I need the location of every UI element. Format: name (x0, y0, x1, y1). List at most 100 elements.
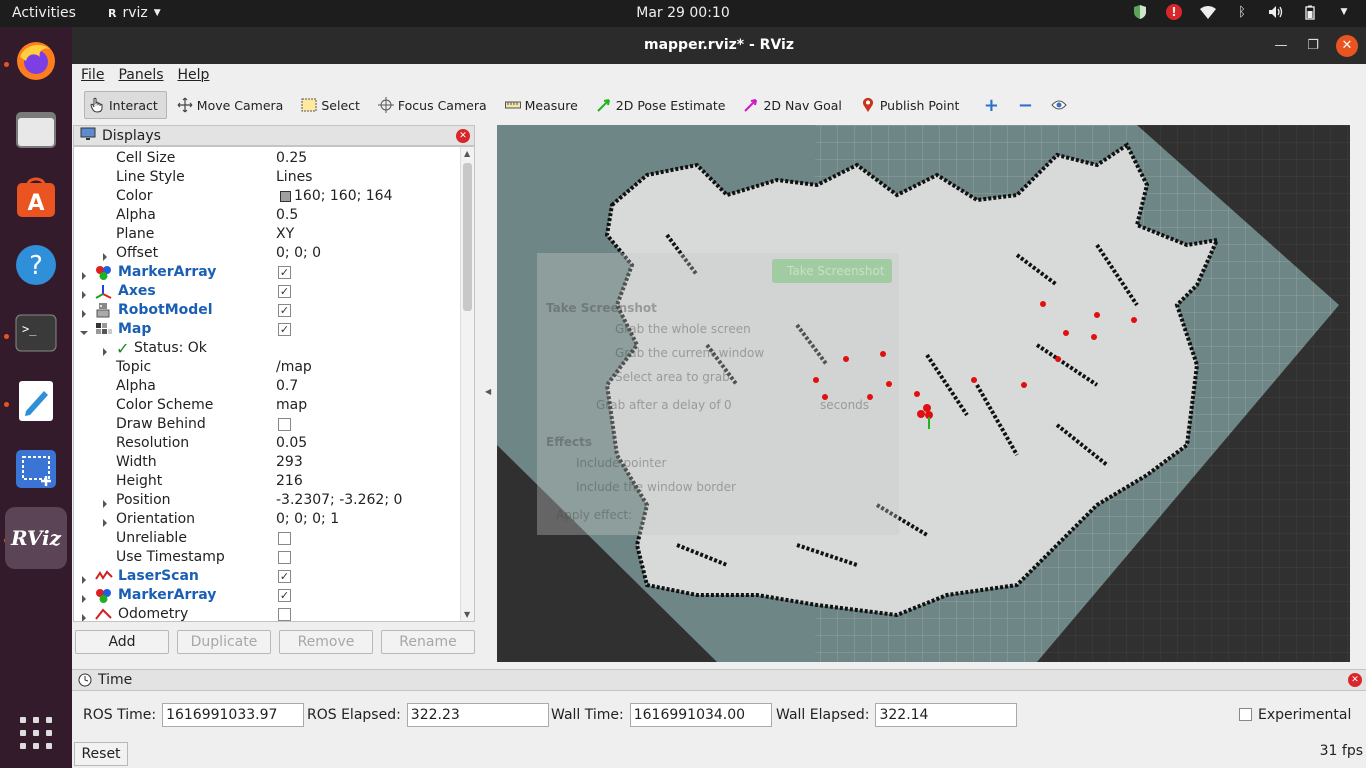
battery-icon[interactable] (1302, 4, 1318, 20)
scroll-thumb[interactable] (463, 163, 472, 311)
tree-row[interactable]: MarkerArray ✓ (74, 263, 460, 282)
pose-estimate-tool[interactable]: 2D Pose Estimate (592, 91, 734, 119)
show-apps-icon[interactable] (20, 717, 52, 749)
select-tool[interactable]: Select (297, 91, 368, 119)
tree-row[interactable]: Alpha 0.5 (74, 206, 460, 225)
activities-button[interactable]: Activities (12, 5, 76, 21)
tree-row[interactable]: Use Timestamp (74, 548, 460, 567)
files-icon[interactable] (12, 105, 60, 153)
reset-button[interactable]: Reset (74, 742, 128, 766)
tree-row[interactable]: Resolution 0.05 (74, 434, 460, 453)
enable-checkbox[interactable] (278, 608, 291, 621)
tree-row[interactable]: MarkerArray ✓ (74, 586, 460, 605)
enable-checkbox[interactable]: ✓ (278, 323, 291, 336)
firefox-icon[interactable] (12, 37, 60, 85)
expand-arrow-icon[interactable] (80, 268, 88, 280)
screenshot-icon[interactable] (12, 445, 60, 493)
bluetooth-icon[interactable]: ᛒ (1234, 4, 1250, 20)
tree-row[interactable]: Alpha 0.7 (74, 377, 460, 396)
text-editor-icon[interactable] (12, 377, 60, 425)
close-icon[interactable]: ✕ (456, 129, 470, 143)
enable-checkbox[interactable]: ✓ (278, 285, 291, 298)
enable-checkbox[interactable]: ✓ (278, 266, 291, 279)
tree-row[interactable]: RobotModel ✓ (74, 301, 460, 320)
measure-tool[interactable]: Measure (501, 91, 586, 119)
focus-camera-tool[interactable]: Focus Camera (374, 91, 495, 119)
expand-arrow-icon[interactable] (80, 572, 88, 584)
menu-help[interactable]: Help (178, 67, 210, 85)
tree-row[interactable]: Topic/map (74, 358, 460, 377)
remove-tool-button[interactable]: − (1013, 91, 1041, 119)
rename-button[interactable]: Rename (381, 630, 475, 654)
alert-icon[interactable]: ! (1166, 4, 1182, 20)
interact-tool[interactable]: Interact (84, 91, 167, 119)
clock[interactable]: Mar 29 00:10 (636, 5, 729, 21)
chevron-down-icon[interactable]: ▼ (1336, 4, 1352, 20)
tree-row[interactable]: ✓ Status: Ok (74, 339, 460, 358)
shield-icon[interactable] (1132, 4, 1148, 20)
tree-row[interactable]: Height 216 (74, 472, 460, 491)
ros-elapsed-field[interactable] (406, 702, 549, 727)
expand-arrow-icon[interactable] (101, 249, 109, 261)
title-bar[interactable]: mapper.rviz* - RViz — ❐ ✕ (72, 27, 1366, 64)
duplicate-button[interactable]: Duplicate (177, 630, 271, 654)
tree-row[interactable]: Position -3.2307; -3.262; 0 (74, 491, 460, 510)
enable-checkbox[interactable]: ✓ (278, 304, 291, 317)
terminal-icon[interactable]: >_ (12, 309, 60, 357)
wall-elapsed-field[interactable] (875, 702, 1018, 727)
minimize-icon[interactable]: — (1270, 35, 1292, 57)
tree-row[interactable]: Map ✓ (74, 320, 460, 339)
rviz-icon[interactable]: RViz (5, 507, 67, 569)
volume-icon[interactable] (1268, 4, 1284, 20)
tree-row[interactable]: Color Scheme map (74, 396, 460, 415)
app-menu[interactable]: R rviz ▼ (108, 5, 161, 21)
maximize-icon[interactable]: ❐ (1302, 35, 1324, 57)
tree-row[interactable]: Line Style Lines (74, 168, 460, 187)
ros-time-field[interactable] (162, 702, 305, 727)
enable-checkbox[interactable]: ✓ (278, 570, 291, 583)
wifi-icon[interactable] (1200, 4, 1216, 20)
scroll-up-icon[interactable]: ▲ (464, 149, 470, 158)
add-tool-button[interactable]: + (979, 91, 1007, 119)
tree-row[interactable]: Width 293 (74, 453, 460, 472)
menu-file[interactable]: File (81, 67, 104, 85)
system-tray[interactable]: ! ᛒ ▼ (1132, 4, 1352, 20)
expand-arrow-icon[interactable] (80, 610, 88, 621)
color-swatch[interactable] (280, 191, 291, 202)
expand-arrow-icon[interactable] (80, 591, 88, 603)
tree-row[interactable]: Color 160; 160; 164 (74, 187, 460, 206)
wall-time-field[interactable] (629, 702, 772, 727)
tree-row[interactable]: LaserScan ✓ (74, 567, 460, 586)
collapse-left-icon[interactable]: ◀ (485, 387, 491, 396)
tree-row[interactable]: Unreliable (74, 529, 460, 548)
expand-arrow-icon[interactable] (101, 344, 109, 356)
use-timestamp-checkbox[interactable] (278, 551, 291, 564)
tree-row[interactable]: Cell Size 0.25 (74, 149, 460, 168)
tree-row[interactable]: Draw Behind (74, 415, 460, 434)
collapse-arrow-icon[interactable] (80, 325, 88, 335)
tree-scrollbar[interactable]: ▲ ▼ (460, 147, 474, 621)
nav-goal-tool[interactable]: 2D Nav Goal (739, 91, 849, 119)
publish-point-tool[interactable]: Publish Point (856, 91, 968, 119)
expand-arrow-icon[interactable] (80, 306, 88, 318)
render-viewport[interactable]: Take Screenshot Take Screenshot Grab the… (497, 125, 1350, 662)
scroll-down-icon[interactable]: ▼ (464, 610, 470, 619)
expand-arrow-icon[interactable] (101, 515, 109, 527)
tree-row[interactable]: Offset 0; 0; 0 (74, 244, 460, 263)
tree-row[interactable]: Axes ✓ (74, 282, 460, 301)
tree-row[interactable]: Odometry (74, 605, 460, 621)
software-store-icon[interactable]: A (12, 173, 60, 221)
draw-behind-checkbox[interactable] (278, 418, 291, 431)
move-camera-tool[interactable]: Move Camera (173, 91, 292, 119)
close-icon[interactable]: ✕ (1336, 35, 1358, 57)
displays-tree[interactable]: Cell Size 0.25 Line Style Lines Color 160; … (73, 146, 475, 622)
unreliable-checkbox[interactable] (278, 532, 291, 545)
enable-checkbox[interactable]: ✓ (278, 589, 291, 602)
expand-arrow-icon[interactable] (80, 287, 88, 299)
close-icon[interactable]: ✕ (1348, 673, 1362, 687)
help-icon[interactable]: ? (12, 241, 60, 289)
view-options-button[interactable] (1047, 91, 1075, 119)
remove-button[interactable]: Remove (279, 630, 373, 654)
menu-panels[interactable]: Panels (118, 67, 163, 85)
panel-splitter[interactable]: ◀ (482, 125, 494, 662)
